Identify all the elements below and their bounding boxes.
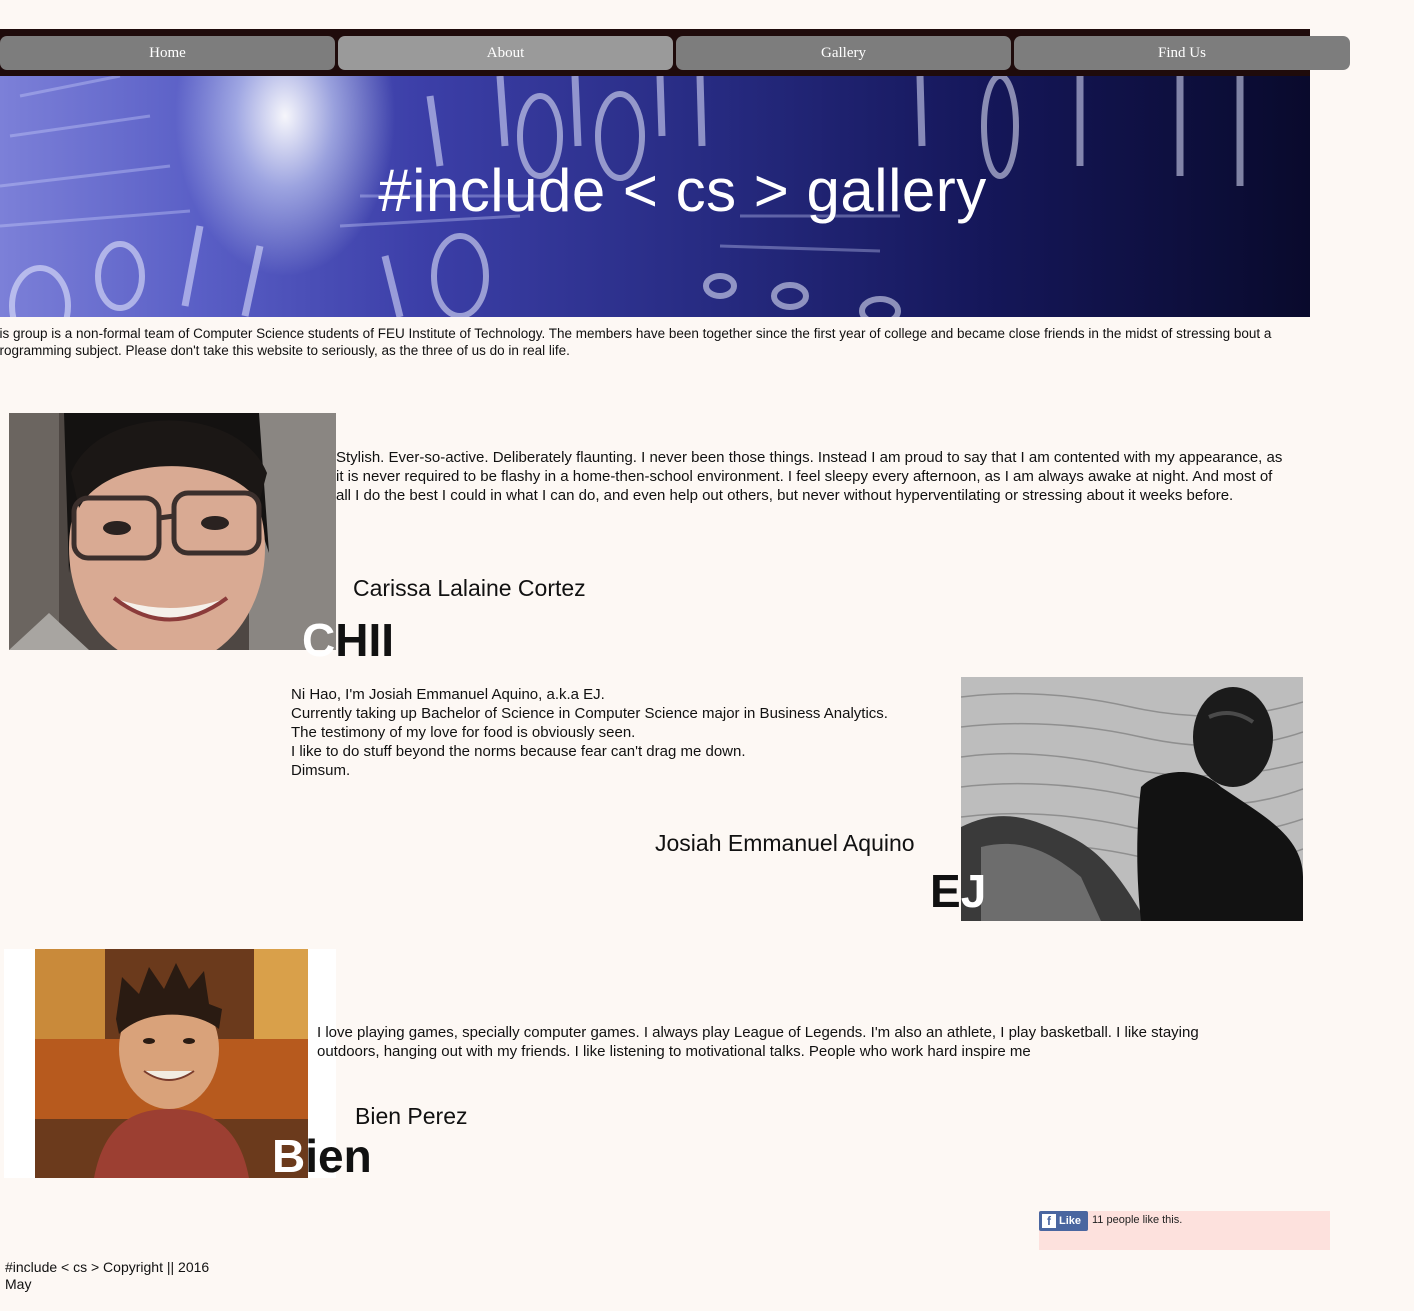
main-nav: Home About Gallery Find Us [0, 36, 1350, 70]
facebook-like-button[interactable]: f Like [1039, 1211, 1088, 1231]
member-bio-ej: Ni Hao, I'm Josiah Emmanuel Aquino, a.k.… [291, 685, 951, 780]
footer-month: May [5, 1276, 32, 1292]
member-bio-ej-line: Ni Hao, I'm Josiah Emmanuel Aquino, a.k.… [291, 686, 605, 703]
member-bio-ej-line: Currently taking up Bachelor of Science … [291, 705, 888, 722]
nav-about[interactable]: About [338, 36, 673, 70]
header-banner: #include < cs > gallery [0, 76, 1310, 317]
member-bio-ej-line: Dimsum. [291, 762, 351, 779]
member-nickname-bien: Bien [272, 1130, 372, 1182]
member-nickname-ej: EJ [930, 865, 987, 917]
facebook-like-count: 11 people like this. [1092, 1214, 1183, 1226]
member-bio-bien: I love playing games, specially computer… [317, 1024, 1199, 1060]
member-bio-ej-line: The testimony of my love for food is obv… [291, 724, 636, 741]
member-nickname-chii: CHII [302, 614, 395, 666]
footer: #include < cs > Copyright || 2016 May [5, 1259, 209, 1293]
footer-copyright: #include < cs > Copyright || 2016 [5, 1259, 210, 1275]
facebook-like-label: Like [1059, 1215, 1082, 1227]
member-name-chii: Carissa Lalaine Cortez [353, 575, 586, 601]
member-bio-chii: Stylish. Ever-so-active. Deliberately fl… [336, 449, 1283, 504]
member-bio-ej-line: I like to do stuff beyond the norms beca… [291, 743, 746, 760]
member-photo-chii [9, 413, 336, 650]
nav-find-us[interactable]: Find Us [1014, 36, 1350, 70]
nav-gallery[interactable]: Gallery [676, 36, 1011, 70]
member-photo-ej [961, 677, 1303, 921]
member-name-ej: Josiah Emmanuel Aquino [655, 830, 915, 856]
banner-title: #include < cs > gallery [378, 157, 987, 224]
facebook-icon: f [1042, 1214, 1056, 1228]
facebook-like-widget: f Like 11 people like this. [1039, 1211, 1330, 1250]
nav-home[interactable]: Home [0, 36, 335, 70]
intro-text: his group is a non-formal team of Comput… [0, 326, 1272, 358]
member-name-bien: Bien Perez [355, 1103, 468, 1129]
